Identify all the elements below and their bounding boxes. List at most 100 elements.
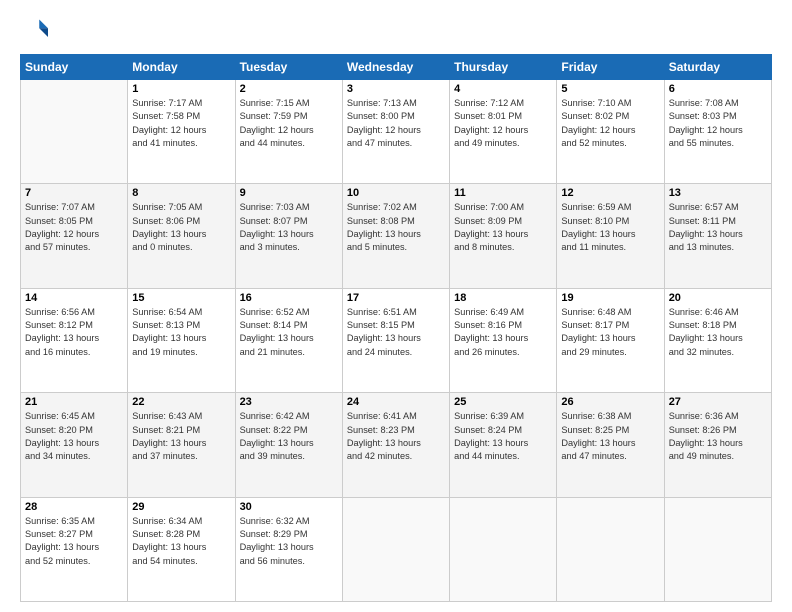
cell-info: Sunrise: 7:00 AM Sunset: 8:09 PM Dayligh… [454,201,552,254]
cell-info: Sunrise: 7:02 AM Sunset: 8:08 PM Dayligh… [347,201,445,254]
calendar-cell: 21 Sunrise: 6:45 AM Sunset: 8:20 PM Dayli… [21,393,128,497]
calendar-cell: 12Sunrise: 6:59 AM Sunset: 8:10 PM Dayli… [557,184,664,288]
day-number: 17 [347,292,445,304]
calendar-cell: 18Sunrise: 6:49 AM Sunset: 8:16 PM Dayli… [450,288,557,392]
calendar-cell: 15 Sunrise: 6:54 AM Sunset: 8:13 PM Dayli… [128,288,235,392]
day-number: 22 [132,396,230,408]
calendar-cell [342,497,449,601]
day-number: 12 [561,187,659,199]
calendar-header-monday: Monday [128,55,235,80]
day-number: 1 [132,83,230,95]
calendar-week-row: 21 Sunrise: 6:45 AM Sunset: 8:20 PM Dayli… [21,393,772,497]
day-number: 27 [669,396,767,408]
calendar-header-thursday: Thursday [450,55,557,80]
calendar-cell [21,80,128,184]
cell-info: Sunrise: 6:57 AM Sunset: 8:11 PM Dayligh… [669,201,767,254]
day-number: 3 [347,83,445,95]
calendar-cell [664,497,771,601]
calendar-cell: 9 Sunrise: 7:03 AM Sunset: 8:07 PM Daylig… [235,184,342,288]
day-number: 6 [669,83,767,95]
page: SundayMondayTuesdayWednesdayThursdayFrid… [0,0,792,612]
day-number: 2 [240,83,338,95]
day-number: 24 [347,396,445,408]
day-number: 10 [347,187,445,199]
calendar-table: SundayMondayTuesdayWednesdayThursdayFrid… [20,54,772,602]
logo-icon [20,16,48,44]
cell-info: Sunrise: 7:05 AM Sunset: 8:06 PM Dayligh… [132,201,230,254]
calendar-header-saturday: Saturday [664,55,771,80]
calendar-cell: 10 Sunrise: 7:02 AM Sunset: 8:08 PM Dayli… [342,184,449,288]
day-number: 11 [454,187,552,199]
calendar-cell: 11 Sunrise: 7:00 AM Sunset: 8:09 PM Dayli… [450,184,557,288]
calendar-cell: 2Sunrise: 7:15 AM Sunset: 7:59 PM Daylig… [235,80,342,184]
cell-info: Sunrise: 6:36 AM Sunset: 8:26 PM Dayligh… [669,410,767,463]
day-number: 26 [561,396,659,408]
calendar-week-row: 14 Sunrise: 6:56 AM Sunset: 8:12 PM Dayli… [21,288,772,392]
cell-info: Sunrise: 6:51 AM Sunset: 8:15 PM Dayligh… [347,306,445,359]
cell-info: Sunrise: 6:54 AM Sunset: 8:13 PM Dayligh… [132,306,230,359]
day-number: 16 [240,292,338,304]
calendar-header-friday: Friday [557,55,664,80]
cell-info: Sunrise: 6:34 AM Sunset: 8:28 PM Dayligh… [132,515,230,568]
day-number: 21 [25,396,123,408]
cell-info: Sunrise: 6:56 AM Sunset: 8:12 PM Dayligh… [25,306,123,359]
day-number: 13 [669,187,767,199]
day-number: 14 [25,292,123,304]
cell-info: Sunrise: 7:03 AM Sunset: 8:07 PM Dayligh… [240,201,338,254]
calendar-cell: 14 Sunrise: 6:56 AM Sunset: 8:12 PM Dayli… [21,288,128,392]
cell-info: Sunrise: 6:39 AM Sunset: 8:24 PM Dayligh… [454,410,552,463]
cell-info: Sunrise: 7:10 AM Sunset: 8:02 PM Dayligh… [561,97,659,150]
day-number: 19 [561,292,659,304]
cell-info: Sunrise: 7:08 AM Sunset: 8:03 PM Dayligh… [669,97,767,150]
cell-info: Sunrise: 7:07 AM Sunset: 8:05 PM Dayligh… [25,201,123,254]
calendar-cell: 5Sunrise: 7:10 AM Sunset: 8:02 PM Daylig… [557,80,664,184]
day-number: 30 [240,501,338,513]
calendar-cell: 6 Sunrise: 7:08 AM Sunset: 8:03 PM Daylig… [664,80,771,184]
cell-info: Sunrise: 6:35 AM Sunset: 8:27 PM Dayligh… [25,515,123,568]
day-number: 15 [132,292,230,304]
calendar-cell: 8 Sunrise: 7:05 AM Sunset: 8:06 PM Daylig… [128,184,235,288]
calendar-cell [557,497,664,601]
day-number: 28 [25,501,123,513]
cell-info: Sunrise: 6:49 AM Sunset: 8:16 PM Dayligh… [454,306,552,359]
calendar-week-row: 1 Sunrise: 7:17 AM Sunset: 7:58 PM Daylig… [21,80,772,184]
day-number: 23 [240,396,338,408]
cell-info: Sunrise: 7:13 AM Sunset: 8:00 PM Dayligh… [347,97,445,150]
calendar-cell: 23 Sunrise: 6:42 AM Sunset: 8:22 PM Dayli… [235,393,342,497]
calendar-cell: 26Sunrise: 6:38 AM Sunset: 8:25 PM Dayli… [557,393,664,497]
cell-info: Sunrise: 6:42 AM Sunset: 8:22 PM Dayligh… [240,410,338,463]
cell-info: Sunrise: 6:46 AM Sunset: 8:18 PM Dayligh… [669,306,767,359]
day-number: 25 [454,396,552,408]
calendar-cell: 25 Sunrise: 6:39 AM Sunset: 8:24 PM Dayli… [450,393,557,497]
calendar-cell: 24Sunrise: 6:41 AM Sunset: 8:23 PM Dayli… [342,393,449,497]
calendar-cell: 1 Sunrise: 7:17 AM Sunset: 7:58 PM Daylig… [128,80,235,184]
day-number: 9 [240,187,338,199]
cell-info: Sunrise: 6:48 AM Sunset: 8:17 PM Dayligh… [561,306,659,359]
calendar-cell: 22 Sunrise: 6:43 AM Sunset: 8:21 PM Dayli… [128,393,235,497]
calendar-cell: 19 Sunrise: 6:48 AM Sunset: 8:17 PM Dayli… [557,288,664,392]
calendar-header-tuesday: Tuesday [235,55,342,80]
calendar-cell [450,497,557,601]
day-number: 29 [132,501,230,513]
calendar-header-wednesday: Wednesday [342,55,449,80]
calendar-cell: 29 Sunrise: 6:34 AM Sunset: 8:28 PM Dayli… [128,497,235,601]
calendar-week-row: 28 Sunrise: 6:35 AM Sunset: 8:27 PM Dayli… [21,497,772,601]
cell-info: Sunrise: 6:52 AM Sunset: 8:14 PM Dayligh… [240,306,338,359]
calendar-cell: 17 Sunrise: 6:51 AM Sunset: 8:15 PM Dayli… [342,288,449,392]
calendar-cell: 4 Sunrise: 7:12 AM Sunset: 8:01 PM Daylig… [450,80,557,184]
calendar-cell: 30 Sunrise: 6:32 AM Sunset: 8:29 PM Dayli… [235,497,342,601]
day-number: 20 [669,292,767,304]
day-number: 7 [25,187,123,199]
cell-info: Sunrise: 6:43 AM Sunset: 8:21 PM Dayligh… [132,410,230,463]
cell-info: Sunrise: 6:32 AM Sunset: 8:29 PM Dayligh… [240,515,338,568]
logo [20,16,52,44]
day-number: 4 [454,83,552,95]
calendar-header-row: SundayMondayTuesdayWednesdayThursdayFrid… [21,55,772,80]
cell-info: Sunrise: 7:17 AM Sunset: 7:58 PM Dayligh… [132,97,230,150]
calendar-week-row: 7 Sunrise: 7:07 AM Sunset: 8:05 PM Daylig… [21,184,772,288]
cell-info: Sunrise: 6:45 AM Sunset: 8:20 PM Dayligh… [25,410,123,463]
calendar-cell: 3 Sunrise: 7:13 AM Sunset: 8:00 PM Daylig… [342,80,449,184]
calendar-cell: 13 Sunrise: 6:57 AM Sunset: 8:11 PM Dayli… [664,184,771,288]
day-number: 8 [132,187,230,199]
cell-info: Sunrise: 7:12 AM Sunset: 8:01 PM Dayligh… [454,97,552,150]
